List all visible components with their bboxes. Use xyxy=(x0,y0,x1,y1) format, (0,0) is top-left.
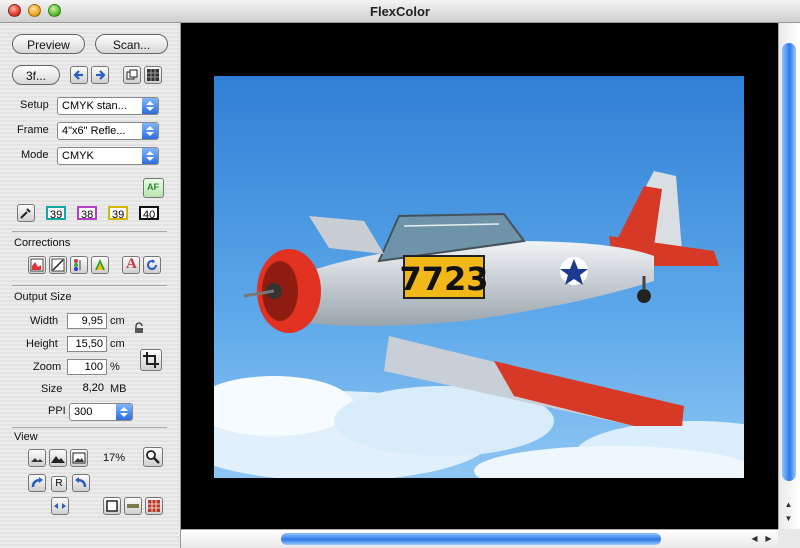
horizontal-scroll-thumb[interactable] xyxy=(281,533,661,545)
preview-button[interactable]: Preview xyxy=(12,34,85,54)
frame-view-icon[interactable] xyxy=(103,497,121,515)
vertical-scrollbar[interactable]: ▲ ▼ xyxy=(778,23,800,529)
app-window: FlexColor Preview Scan... 3f... Setup CM… xyxy=(0,0,800,548)
text-tool-icon[interactable]: A xyxy=(122,256,140,274)
view-zoom-value: 17% xyxy=(103,452,126,464)
frame-label: Frame xyxy=(17,124,49,136)
chevron-updown-icon xyxy=(116,404,132,420)
height-unit: cm xyxy=(110,338,125,350)
next-icon[interactable] xyxy=(91,66,109,84)
preview-area[interactable]: 7723 xyxy=(181,23,778,529)
chevron-updown-icon xyxy=(142,148,158,164)
frame-select-value: 4"x6" Refle... xyxy=(62,125,126,137)
zoom-label: Zoom xyxy=(33,361,62,373)
scroll-right-arrow-icon[interactable]: ▶ xyxy=(763,533,774,545)
control-panel: Preview Scan... 3f... Setup CMYK stan...… xyxy=(0,23,181,548)
title-bar[interactable]: FlexColor xyxy=(0,0,800,23)
airplane-photo: 7723 xyxy=(214,76,744,478)
grid-overlay-icon[interactable] xyxy=(145,497,163,515)
densitometer-cyan: 39 xyxy=(46,206,67,221)
crop-icon[interactable] xyxy=(140,349,162,371)
output-size-title: Output Size xyxy=(14,291,72,303)
size-value: 8,20 xyxy=(82,382,104,394)
scroll-up-arrow-icon[interactable]: ▲ xyxy=(783,499,794,511)
ppi-label: PPI xyxy=(48,405,66,417)
view-title: View xyxy=(14,431,38,443)
mode-select-value: CMYK xyxy=(62,150,94,162)
divider xyxy=(12,231,167,232)
densitometer-black: 40 xyxy=(139,206,160,221)
scroll-down-arrow-icon[interactable]: ▼ xyxy=(783,513,794,525)
setup-label: Setup xyxy=(20,99,49,111)
mode-label: Mode xyxy=(21,149,49,161)
eyedropper-icon[interactable] xyxy=(17,204,35,222)
size-label: Size xyxy=(41,383,63,395)
horizontal-scrollbar[interactable]: ◀ ▶ xyxy=(181,529,778,548)
image-view-icon[interactable] xyxy=(70,449,88,467)
curves-icon[interactable] xyxy=(49,256,67,274)
window-title: FlexColor xyxy=(370,4,430,19)
ppi-select-value: 300 xyxy=(74,406,93,418)
divider xyxy=(12,427,167,428)
chevron-updown-icon xyxy=(142,98,158,114)
small-mountain-icon[interactable] xyxy=(28,449,46,467)
scroll-left-arrow-icon[interactable]: ◀ xyxy=(749,533,760,545)
height-input[interactable]: 15,50 xyxy=(67,336,107,352)
zoom-input[interactable]: 100 xyxy=(67,359,107,375)
rotate-right-icon[interactable] xyxy=(72,474,90,492)
af-label: AF xyxy=(147,182,159,192)
densitometer-magenta: 38 xyxy=(77,206,98,221)
setup-select-value: CMYK stan... xyxy=(62,100,127,112)
frame-select[interactable]: 4"x6" Refle... xyxy=(57,122,159,140)
selective-color-icon[interactable] xyxy=(91,256,109,274)
previous-icon[interactable] xyxy=(70,66,88,84)
setup-select[interactable]: CMYK stan... xyxy=(57,97,159,115)
ppi-select[interactable]: 300 xyxy=(69,403,133,421)
rotate-left-icon[interactable] xyxy=(28,474,46,492)
divider xyxy=(12,285,167,286)
plane-number: 7723 xyxy=(399,260,488,298)
split-view-icon[interactable] xyxy=(124,497,142,515)
size-unit: MB xyxy=(110,383,127,395)
text-tool-glyph: A xyxy=(126,256,137,272)
flip-horizontal-icon[interactable] xyxy=(51,497,69,515)
width-unit: cm xyxy=(110,315,125,327)
reset-rotation-button[interactable]: R xyxy=(51,476,67,492)
chevron-updown-icon xyxy=(142,123,158,139)
lock-icon[interactable] xyxy=(133,321,145,333)
autofocus-button[interactable]: AF xyxy=(143,178,164,198)
densitometer-yellow: 39 xyxy=(108,206,129,221)
scan-button[interactable]: Scan... xyxy=(95,34,168,54)
large-mountain-icon[interactable] xyxy=(49,449,67,467)
zoom-unit: % xyxy=(110,361,120,373)
three-f-button[interactable]: 3f... xyxy=(12,65,60,85)
scanned-image: 7723 xyxy=(214,76,744,478)
mode-select[interactable]: CMYK xyxy=(57,147,159,165)
vertical-scroll-thumb[interactable] xyxy=(782,43,796,481)
reset-icon[interactable] xyxy=(143,256,161,274)
magnifier-icon[interactable] xyxy=(143,447,163,467)
histogram-icon[interactable] xyxy=(28,256,46,274)
grid-icon[interactable] xyxy=(144,66,162,84)
color-balance-icon[interactable] xyxy=(70,256,88,274)
corrections-title: Corrections xyxy=(14,237,71,249)
width-label: Width xyxy=(30,315,59,327)
height-label: Height xyxy=(26,338,58,350)
copy-icon[interactable] xyxy=(123,66,141,84)
width-input[interactable]: 9,95 xyxy=(67,313,107,329)
